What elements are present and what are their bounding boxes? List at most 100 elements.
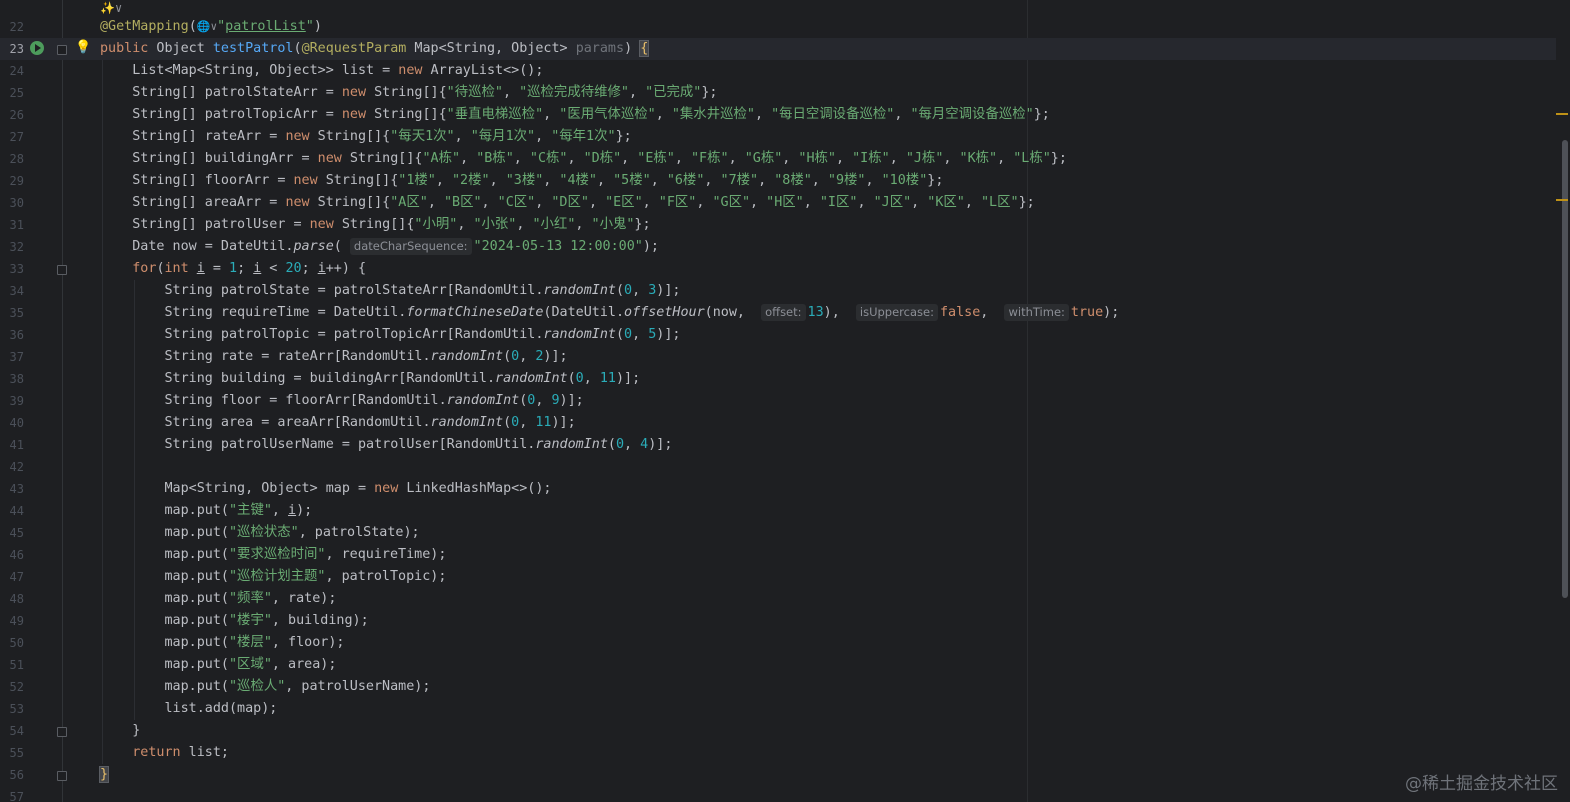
code-line[interactable]: 35 String requireTime = DateUtil.formatC…	[0, 302, 1556, 324]
code-text[interactable]: return list;	[100, 742, 229, 764]
line-number[interactable]: 30	[0, 192, 24, 214]
code-line[interactable]: 29 String[] floorArr = new String[]{"1楼"…	[0, 170, 1556, 192]
code-text[interactable]: String patrolState = patrolStateArr[Rand…	[100, 280, 680, 302]
code-text[interactable]: }	[100, 720, 140, 742]
code-text[interactable]: String[] areaArr = new String[]{"A区", "B…	[100, 192, 1034, 214]
code-line[interactable]: 28 String[] buildingArr = new String[]{"…	[0, 148, 1556, 170]
code-line[interactable]: 50 map.put("楼层", floor);	[0, 632, 1556, 654]
code-line[interactable]: 38 String building = buildingArr[RandomU…	[0, 368, 1556, 390]
code-line[interactable]: 55 return list;	[0, 742, 1556, 764]
code-text[interactable]: String patrolUserName = patrolUser[Rando…	[100, 434, 672, 456]
line-number[interactable]: 26	[0, 104, 24, 126]
line-number[interactable]: 56	[0, 764, 24, 786]
code-line[interactable]: 56}	[0, 764, 1556, 786]
code-line[interactable]: 53 list.add(map);	[0, 698, 1556, 720]
code-text[interactable]: List<Map<String, Object>> list = new Arr…	[100, 60, 543, 82]
code-line[interactable]: 22 @GetMapping(🌐∨"patrolList")	[0, 16, 1556, 38]
line-number[interactable]: 46	[0, 544, 24, 566]
code-text[interactable]: map.put("频率", rate);	[100, 588, 336, 610]
code-text[interactable]: Map<String, Object> map = new LinkedHash…	[100, 478, 551, 500]
line-number[interactable]: 55	[0, 742, 24, 764]
code-line[interactable]: 24 List<Map<String, Object>> list = new …	[0, 60, 1556, 82]
code-text[interactable]: }	[98, 764, 110, 786]
code-line[interactable]: 52 map.put("巡检人", patrolUserName);	[0, 676, 1556, 698]
code-text[interactable]: map.put("要求巡检时间", requireTime);	[100, 544, 446, 566]
fold-toggle-icon[interactable]	[57, 265, 67, 275]
line-number[interactable]: 45	[0, 522, 24, 544]
line-number[interactable]: 42	[0, 456, 24, 478]
line-number[interactable]: 23	[0, 38, 24, 60]
code-text[interactable]: String area = areaArr[RandomUtil.randomI…	[100, 412, 575, 434]
line-number[interactable]: 37	[0, 346, 24, 368]
line-number[interactable]: 57	[0, 786, 24, 802]
line-number[interactable]: 35	[0, 302, 24, 324]
code-text[interactable]: String patrolTopic = patrolTopicArr[Rand…	[100, 324, 680, 346]
line-number[interactable]: 34	[0, 280, 24, 302]
code-text[interactable]: String floor = floorArr[RandomUtil.rando…	[100, 390, 583, 412]
code-line[interactable]: 40 String area = areaArr[RandomUtil.rand…	[0, 412, 1556, 434]
line-number[interactable]: 41	[0, 434, 24, 456]
code-text[interactable]: public Object testPatrol(@RequestParam M…	[100, 38, 650, 60]
fold-toggle-icon[interactable]	[57, 771, 67, 781]
run-endpoint-icon[interactable]	[30, 41, 44, 55]
line-number[interactable]: 33	[0, 258, 24, 280]
lightbulb-icon[interactable]: 💡	[75, 39, 91, 57]
warning-marker[interactable]	[1556, 113, 1568, 115]
line-number[interactable]: 38	[0, 368, 24, 390]
line-number[interactable]: 32	[0, 236, 24, 258]
code-line[interactable]: 31 String[] patrolUser = new String[]{"小…	[0, 214, 1556, 236]
code-text[interactable]: String[] buildingArr = new String[]{"A栋"…	[100, 148, 1067, 170]
fold-toggle-icon[interactable]	[57, 45, 67, 55]
ai-hint-icon[interactable]: ✨∨	[100, 0, 122, 16]
line-number[interactable]: 49	[0, 610, 24, 632]
line-number[interactable]: 47	[0, 566, 24, 588]
code-line[interactable]: 43 Map<String, Object> map = new LinkedH…	[0, 478, 1556, 500]
code-line[interactable]: 27 String[] rateArr = new String[]{"每天1次…	[0, 126, 1556, 148]
line-number[interactable]: 39	[0, 390, 24, 412]
code-text[interactable]: for(int i = 1; i < 20; i++) {	[100, 258, 366, 280]
code-line[interactable]: 48 map.put("频率", rate);	[0, 588, 1556, 610]
code-text[interactable]: map.put("巡检状态", patrolState);	[100, 522, 419, 544]
line-number[interactable]: 24	[0, 60, 24, 82]
code-line[interactable]: 44 map.put("主键", i);	[0, 500, 1556, 522]
code-line[interactable]: 36 String patrolTopic = patrolTopicArr[R…	[0, 324, 1556, 346]
code-text[interactable]: map.put("区域", area);	[100, 654, 336, 676]
code-text[interactable]: @GetMapping(🌐∨"patrolList")	[100, 16, 322, 38]
code-line[interactable]: 54 }	[0, 720, 1556, 742]
code-text[interactable]: String[] floorArr = new String[]{"1楼", "…	[100, 170, 943, 192]
code-line[interactable]: 30 String[] areaArr = new String[]{"A区",…	[0, 192, 1556, 214]
code-text[interactable]: map.put("楼层", floor);	[100, 632, 344, 654]
code-text[interactable]: String[] patrolStateArr = new String[]{"…	[100, 82, 717, 104]
code-editor[interactable]: ✨∨ 22 @GetMapping(🌐∨"patrolList") 23 💡 publi…	[0, 0, 1570, 802]
scrollbar-thumb[interactable]	[1562, 140, 1568, 598]
line-number[interactable]: 43	[0, 478, 24, 500]
line-number[interactable]: 36	[0, 324, 24, 346]
line-number[interactable]: 28	[0, 148, 24, 170]
code-text[interactable]: map.put("楼宇", building);	[100, 610, 368, 632]
code-text[interactable]: String requireTime = DateUtil.formatChin…	[100, 302, 1119, 324]
line-number[interactable]: 22	[0, 16, 24, 38]
code-text[interactable]: map.put("巡检人", patrolUserName);	[100, 676, 430, 698]
code-line[interactable]: 46 map.put("要求巡检时间", requireTime);	[0, 544, 1556, 566]
code-line[interactable]: 26 String[] patrolTopicArr = new String[…	[0, 104, 1556, 126]
code-line[interactable]: 25 String[] patrolStateArr = new String[…	[0, 82, 1556, 104]
line-number[interactable]: 54	[0, 720, 24, 742]
code-line[interactable]: 39 String floor = floorArr[RandomUtil.ra…	[0, 390, 1556, 412]
line-number[interactable]: 50	[0, 632, 24, 654]
line-number[interactable]: 44	[0, 500, 24, 522]
code-text[interactable]: map.put("主键", i);	[100, 500, 312, 522]
code-line[interactable]: 49 map.put("楼宇", building);	[0, 610, 1556, 632]
code-line[interactable]: 51 map.put("区域", area);	[0, 654, 1556, 676]
code-line[interactable]: 45 map.put("巡检状态", patrolState);	[0, 522, 1556, 544]
code-line[interactable]: 37 String rate = rateArr[RandomUtil.rand…	[0, 346, 1556, 368]
code-line[interactable]: 33 for(int i = 1; i < 20; i++) {	[0, 258, 1556, 280]
code-line[interactable]: 23 💡 public Object testPatrol(@RequestPara…	[0, 38, 1556, 60]
code-line[interactable]: 41 String patrolUserName = patrolUser[Ra…	[0, 434, 1556, 456]
line-number[interactable]: 29	[0, 170, 24, 192]
code-text[interactable]: String building = buildingArr[RandomUtil…	[100, 368, 640, 390]
fold-toggle-icon[interactable]	[57, 727, 67, 737]
line-number[interactable]: 51	[0, 654, 24, 676]
line-number[interactable]: 53	[0, 698, 24, 720]
code-line[interactable]: 34 String patrolState = patrolStateArr[R…	[0, 280, 1556, 302]
code-text[interactable]: String rate = rateArr[RandomUtil.randomI…	[100, 346, 567, 368]
